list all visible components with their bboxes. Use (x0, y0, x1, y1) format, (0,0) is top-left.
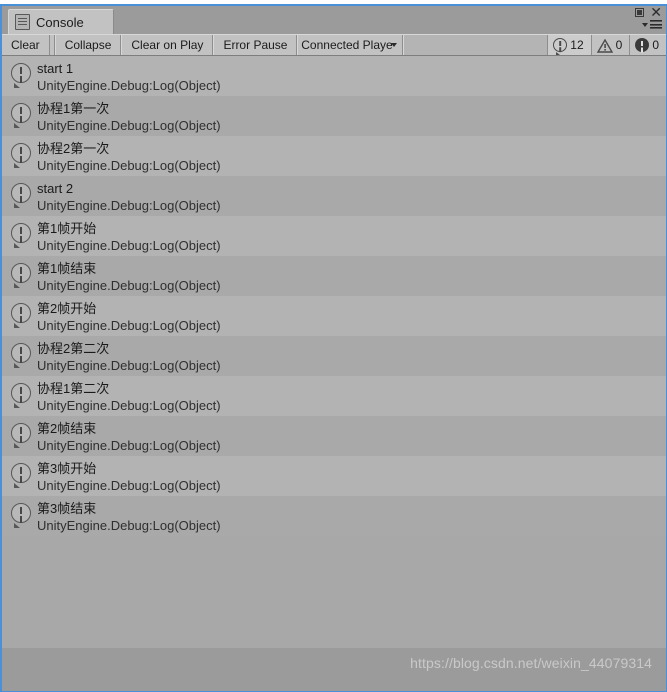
log-bubble-icon (11, 303, 31, 328)
log-entry-text: 协程1第一次 UnityEngine.Debug:Log(Object) (37, 99, 221, 134)
log-entry-stack: UnityEngine.Debug:Log(Object) (37, 198, 221, 213)
log-entry-stack: UnityEngine.Debug:Log(Object) (37, 78, 221, 93)
connected-player-dropdown[interactable]: Connected Playe (297, 35, 404, 55)
watermark-text: https://blog.csdn.net/weixin_44079314 (410, 655, 652, 671)
console-window-screenshot: Console ✕ Clear Collapse Clear on Play E… (0, 0, 667, 692)
log-entry-text: start 1 UnityEngine.Debug:Log(Object) (37, 59, 221, 94)
log-bubble-icon (11, 103, 31, 128)
log-entry-row[interactable]: 协程2第二次 UnityEngine.Debug:Log(Object) (2, 336, 666, 376)
log-bubble-icon (11, 263, 31, 288)
unity-console-window: Console ✕ Clear Collapse Clear on Play E… (0, 4, 667, 692)
error-pause-toggle[interactable]: Error Pause (213, 35, 298, 55)
collapse-toggle[interactable]: Collapse (54, 35, 122, 55)
log-entry-row[interactable]: 第1帧开始 UnityEngine.Debug:Log(Object) (2, 216, 666, 256)
hamburger-menu-icon (650, 20, 662, 29)
log-bubble-icon (11, 223, 31, 248)
log-entry-row[interactable]: start 2 UnityEngine.Debug:Log(Object) (2, 176, 666, 216)
log-entry-stack: UnityEngine.Debug:Log(Object) (37, 438, 221, 453)
log-entry-stack: UnityEngine.Debug:Log(Object) (37, 118, 221, 133)
message-count-group: 12 0 0 (547, 35, 666, 55)
error-count-value: 0 (652, 38, 659, 52)
log-entry-message: 协程2第一次 (37, 141, 110, 156)
log-entry-text: 协程2第一次 UnityEngine.Debug:Log(Object) (37, 139, 221, 174)
log-entry-text: 第2帧结束 UnityEngine.Debug:Log(Object) (37, 419, 221, 454)
log-bubble-icon (11, 423, 31, 448)
error-count-toggle[interactable]: 0 (629, 35, 666, 55)
log-entry-row[interactable]: 协程1第一次 UnityEngine.Debug:Log(Object) (2, 96, 666, 136)
tab-console[interactable]: Console (8, 9, 114, 34)
log-entry-text: 第1帧结束 UnityEngine.Debug:Log(Object) (37, 259, 221, 294)
log-entry-stack: UnityEngine.Debug:Log(Object) (37, 358, 221, 373)
log-entry-message: 第1帧结束 (37, 261, 97, 276)
log-entry-text: 第1帧开始 UnityEngine.Debug:Log(Object) (37, 219, 221, 254)
log-entry-stack: UnityEngine.Debug:Log(Object) (37, 478, 221, 493)
log-entry-message: 协程1第二次 (37, 381, 110, 396)
log-entry-text: 第2帧开始 UnityEngine.Debug:Log(Object) (37, 299, 221, 334)
close-icon[interactable]: ✕ (650, 6, 662, 19)
log-count-toggle[interactable]: 12 (547, 35, 591, 55)
log-entry-message: 第3帧开始 (37, 461, 97, 476)
log-entry-message: start 2 (37, 181, 74, 196)
log-entry-row[interactable]: 第3帧结束 UnityEngine.Debug:Log(Object) (2, 496, 666, 536)
log-entry-stack: UnityEngine.Debug:Log(Object) (37, 158, 221, 173)
console-empty-area (2, 536, 666, 648)
log-entry-text: 协程1第二次 UnityEngine.Debug:Log(Object) (37, 379, 221, 414)
log-bubble-icon (11, 343, 31, 368)
window-controls: ✕ (635, 6, 662, 19)
warning-count-value: 0 (615, 38, 623, 52)
log-entry-row[interactable]: 第3帧开始 UnityEngine.Debug:Log(Object) (2, 456, 666, 496)
log-entry-message: 协程2第二次 (37, 341, 110, 356)
maximize-icon[interactable] (635, 8, 645, 17)
console-log-list[interactable]: start 1 UnityEngine.Debug:Log(Object) 协程1第… (2, 56, 666, 648)
warning-count-toggle[interactable]: 0 (590, 35, 630, 55)
log-entry-stack: UnityEngine.Debug:Log(Object) (37, 238, 221, 253)
log-entry-stack: UnityEngine.Debug:Log(Object) (37, 318, 221, 333)
log-entry-text: 第3帧开始 UnityEngine.Debug:Log(Object) (37, 459, 221, 494)
window-menu-button[interactable] (642, 20, 662, 29)
log-bubble-icon (553, 38, 568, 55)
chevron-down-icon (642, 22, 648, 27)
log-entry-row[interactable]: start 1 UnityEngine.Debug:Log(Object) (2, 56, 666, 96)
log-bubble-icon (11, 143, 31, 168)
log-entry-row[interactable]: 第2帧结束 UnityEngine.Debug:Log(Object) (2, 416, 666, 456)
console-document-icon (15, 14, 30, 30)
log-bubble-icon (11, 463, 31, 488)
log-bubble-icon (11, 503, 31, 528)
console-toolbar: Clear Collapse Clear on Play Error Pause… (2, 34, 666, 56)
log-bubble-icon (11, 383, 31, 408)
log-entry-message: 第2帧开始 (37, 301, 97, 316)
log-entry-message: 第2帧结束 (37, 421, 97, 436)
log-entry-stack: UnityEngine.Debug:Log(Object) (37, 278, 221, 293)
log-entry-message: 协程1第一次 (37, 101, 110, 116)
clear-button[interactable]: Clear (2, 35, 50, 55)
log-entry-row[interactable]: 第2帧开始 UnityEngine.Debug:Log(Object) (2, 296, 666, 336)
toolbar-filler (403, 35, 548, 55)
window-tab-bar: Console ✕ (2, 6, 666, 34)
log-entry-message: 第1帧开始 (37, 221, 97, 236)
log-entry-text: 第3帧结束 UnityEngine.Debug:Log(Object) (37, 499, 221, 534)
log-entry-message: start 1 (37, 61, 74, 76)
warning-triangle-icon (596, 38, 613, 53)
log-entry-stack: UnityEngine.Debug:Log(Object) (37, 398, 221, 413)
log-entry-row[interactable]: 协程2第一次 UnityEngine.Debug:Log(Object) (2, 136, 666, 176)
log-entry-row[interactable]: 第1帧结束 UnityEngine.Debug:Log(Object) (2, 256, 666, 296)
log-entry-text: 协程2第二次 UnityEngine.Debug:Log(Object) (37, 339, 221, 374)
log-entry-row[interactable]: 协程1第二次 UnityEngine.Debug:Log(Object) (2, 376, 666, 416)
error-circle-icon (635, 38, 650, 52)
log-entry-stack: UnityEngine.Debug:Log(Object) (37, 518, 221, 533)
log-entry-text: start 2 UnityEngine.Debug:Log(Object) (37, 179, 221, 214)
log-count-value: 12 (570, 38, 584, 52)
log-bubble-icon (11, 63, 31, 88)
chevron-down-icon (391, 43, 398, 47)
log-entry-message: 第3帧结束 (37, 501, 97, 516)
tab-console-label: Console (36, 14, 84, 30)
clear-on-play-toggle[interactable]: Clear on Play (121, 35, 214, 55)
log-bubble-icon (11, 183, 31, 208)
connected-player-label: Connected Playe (301, 38, 393, 52)
